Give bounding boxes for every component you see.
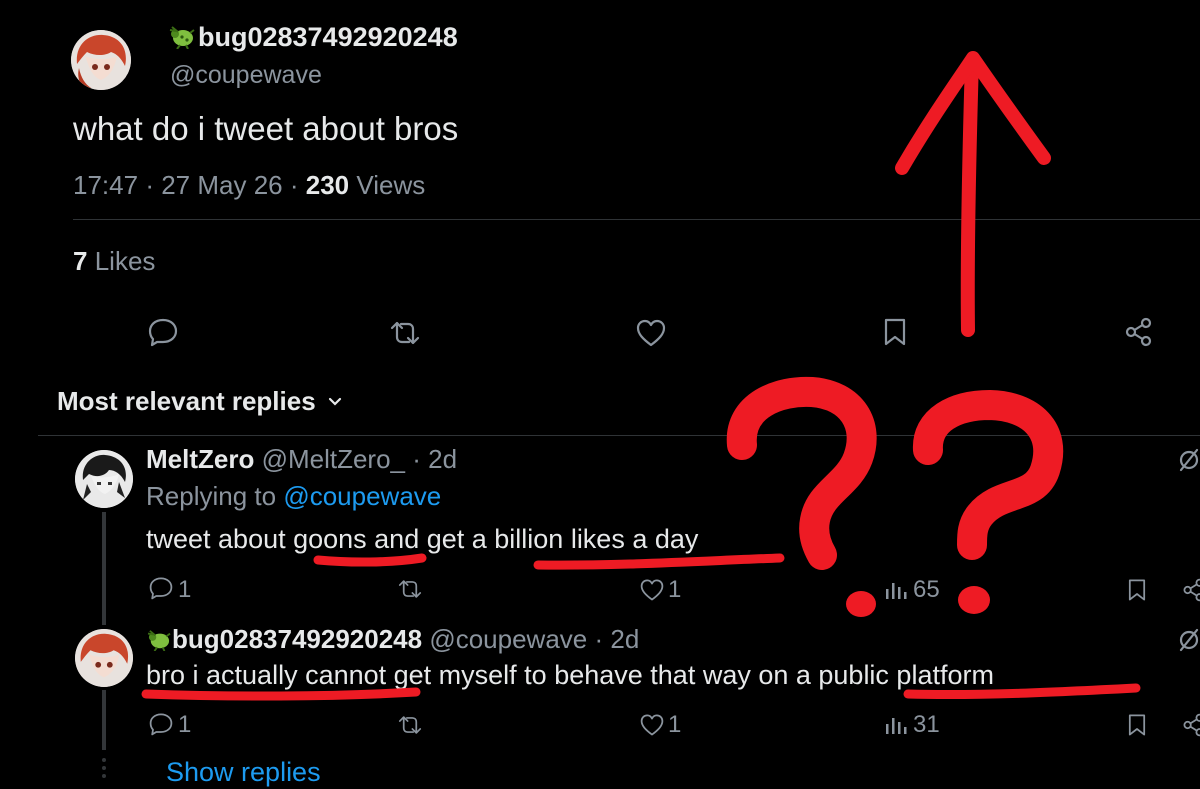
reply-display-name[interactable]: MeltZero — [146, 444, 254, 474]
views-icon — [886, 718, 907, 734]
reply-text: tweet about goons and get a billion like… — [146, 524, 699, 554]
display-name-text: bug02837492920248 — [198, 22, 458, 52]
divider — [73, 219, 1200, 220]
replying-to-link[interactable]: @coupewave — [283, 481, 441, 511]
reply-button[interactable] — [148, 576, 174, 605]
question-mark-2 — [913, 390, 1064, 560]
thread-dots — [100, 758, 108, 782]
tweet-time[interactable]: 17:47 — [73, 170, 138, 200]
repost-icon — [390, 321, 420, 345]
show-replies-link[interactable]: Show replies — [166, 757, 321, 788]
reply-display-name[interactable]: bug02837492920248 — [172, 624, 422, 654]
views-count: 31 — [913, 711, 940, 738]
heart-icon — [640, 579, 664, 601]
thread-line — [102, 690, 106, 750]
share-icon — [1183, 713, 1200, 737]
likes-label: Likes — [94, 246, 156, 276]
reply-button[interactable] — [148, 712, 174, 741]
reply-time[interactable]: · 2d — [412, 444, 457, 474]
share-button[interactable] — [1182, 712, 1200, 743]
reply-icon — [149, 577, 173, 600]
likes-count: 7 — [73, 246, 88, 276]
like-button[interactable] — [639, 713, 665, 742]
repost-button[interactable] — [396, 578, 424, 605]
share-icon — [1125, 317, 1152, 347]
meta-separator: · — [145, 170, 154, 200]
views-button[interactable] — [884, 580, 908, 605]
reply-handle[interactable]: @coupewave — [429, 624, 587, 654]
tweet-date[interactable]: 27 May 26 — [161, 170, 282, 200]
divider — [38, 435, 1200, 436]
reply-header: bug02837492920248 @coupewave · 2d — [146, 624, 639, 658]
arrow-shaft — [960, 53, 979, 337]
tweet-text: what do i tweet about bros — [73, 110, 459, 147]
bug-icon — [168, 25, 198, 56]
repost-button[interactable] — [388, 319, 422, 352]
views-icon — [886, 583, 907, 599]
heart-icon — [640, 714, 664, 736]
underline-cannot — [141, 687, 421, 701]
share-icon — [1183, 578, 1200, 602]
replying-to: Replying to @coupewave — [146, 481, 441, 512]
author-avatar[interactable] — [71, 30, 131, 90]
question-mark-1 — [726, 376, 877, 570]
author-display-name[interactable]: bug02837492920248 — [168, 22, 458, 56]
reply-count: 1 — [178, 711, 192, 738]
bookmark-button[interactable] — [1126, 578, 1148, 607]
bookmark-icon — [1128, 714, 1146, 736]
replies-sort-dropdown[interactable]: Most relevant replies — [57, 384, 343, 417]
share-button[interactable] — [1124, 316, 1154, 353]
thread-line — [102, 512, 106, 625]
likes-summary[interactable]: 7 Likes — [73, 246, 155, 277]
grok-icon[interactable] — [1178, 448, 1200, 477]
like-button[interactable] — [639, 578, 665, 607]
views-count: 230 — [305, 170, 350, 200]
reply-icon — [149, 713, 173, 736]
like-count: 1 — [668, 576, 682, 603]
bookmark-button[interactable] — [882, 317, 908, 352]
chevron-down-icon — [327, 384, 343, 415]
replies-sort-label: Most relevant replies — [57, 386, 316, 416]
meta-separator: · — [289, 170, 299, 200]
bookmark-icon — [884, 318, 906, 346]
share-button[interactable] — [1182, 577, 1200, 608]
reply-count: 1 — [178, 576, 192, 603]
replying-prefix: Replying to — [146, 481, 277, 511]
views-label: Views — [356, 170, 426, 200]
bookmark-icon — [1128, 579, 1146, 601]
repost-icon — [398, 580, 422, 598]
repost-icon — [398, 716, 422, 734]
avatar-image — [75, 629, 133, 687]
question-dot-2 — [958, 586, 990, 614]
tweet-meta: 17:47 · 27 May 26 · 230 Views — [73, 170, 425, 201]
author-handle[interactable]: @coupewave — [170, 61, 322, 90]
underline-goons — [313, 553, 427, 567]
underline-billion — [533, 553, 785, 570]
views-count: 65 — [913, 576, 940, 603]
reply-avatar[interactable] — [75, 450, 133, 508]
heart-icon — [636, 319, 666, 347]
reply-header: MeltZero @MeltZero_ · 2d — [146, 444, 457, 475]
like-count: 1 — [668, 711, 682, 738]
like-button[interactable] — [635, 318, 667, 353]
reply-avatar[interactable] — [75, 629, 133, 687]
views-button[interactable] — [884, 715, 908, 740]
reply-time[interactable]: · 2d — [595, 624, 640, 654]
question-dot-1 — [846, 591, 876, 617]
reply-handle[interactable]: @MeltZero_ — [262, 444, 405, 474]
reply-button[interactable] — [147, 317, 179, 352]
repost-button[interactable] — [396, 714, 424, 741]
grok-icon[interactable] — [1178, 628, 1200, 657]
arrow-head — [895, 51, 1051, 175]
bookmark-button[interactable] — [1126, 713, 1148, 742]
avatar-image — [75, 450, 133, 508]
reply-icon — [148, 318, 178, 347]
avatar-image — [71, 30, 131, 90]
reply-text: bro i actually cannot get myself to beha… — [146, 660, 994, 690]
bug-icon — [146, 627, 172, 658]
